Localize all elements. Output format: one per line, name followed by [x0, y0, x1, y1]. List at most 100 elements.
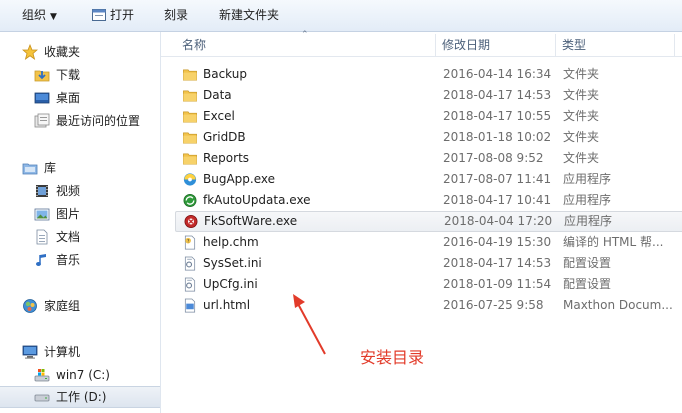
software-app-icon — [184, 215, 198, 228]
file-date-modified: 2018-04-17 14:53 — [443, 256, 552, 270]
column-header-bar: ⌃ 名称 修改日期 类型 — [161, 30, 682, 57]
file-name: SysSet.ini — [203, 256, 262, 270]
file-name: Backup — [203, 67, 247, 81]
file-name: fkAutoUpdata.exe — [203, 193, 311, 207]
nav-item-label: 桌面 — [56, 91, 81, 105]
file-type: 文件夹 — [563, 88, 600, 102]
file-row[interactable]: UpCfg.ini 2018-01-09 11:54 配置设置 — [175, 274, 682, 295]
video-icon — [36, 185, 48, 197]
nav-item-label: 最近访问的位置 — [56, 114, 141, 128]
organize-label: 组织 — [22, 8, 47, 22]
file-row[interactable]: ? help.chm 2016-04-19 15:30 编译的 HTML 帮... — [175, 232, 682, 253]
file-type: Maxthon Docum... — [563, 298, 673, 312]
file-row[interactable]: FkSoftWare.exe 2018-04-04 17:20 应用程序 — [175, 211, 682, 232]
nav-item-label: 视频 — [56, 184, 81, 198]
ini-file-icon — [184, 277, 196, 292]
file-name: UpCfg.ini — [203, 277, 258, 291]
file-name: FkSoftWare.exe — [204, 214, 298, 228]
file-name: url.html — [203, 298, 251, 312]
column-header-name[interactable]: 名称 — [182, 32, 206, 56]
file-date-modified: 2018-04-17 14:53 — [443, 88, 552, 102]
file-type: 文件夹 — [563, 130, 600, 144]
file-row[interactable]: url.html 2016-07-25 9:58 Maxthon Docum... — [175, 295, 682, 316]
organize-menu-button[interactable]: 组织 ▼ — [22, 0, 57, 31]
homegroup-icon — [23, 299, 37, 313]
annotation-label: 安装目录 — [360, 348, 425, 367]
help-file-icon: ? — [184, 235, 196, 250]
file-row[interactable]: Data 2018-04-17 14:53 文件夹 — [175, 85, 682, 106]
folder-icon — [183, 153, 197, 165]
annotation-arrow-icon — [293, 294, 326, 355]
nav-homegroup-label: 家庭组 — [44, 299, 81, 313]
html-file-icon — [184, 298, 196, 313]
file-date-modified: 2016-04-19 15:30 — [443, 235, 552, 249]
column-divider[interactable] — [435, 34, 436, 56]
file-type: 应用程序 — [563, 193, 612, 207]
file-date-modified: 2016-04-14 16:34 — [443, 67, 552, 81]
burn-button[interactable]: 刻录 — [164, 0, 188, 31]
file-name: Excel — [203, 109, 235, 123]
pictures-icon — [34, 208, 50, 221]
folder-icon — [183, 111, 197, 123]
file-type: 文件夹 — [563, 67, 600, 81]
drive-icon — [34, 394, 50, 402]
file-row[interactable]: Backup 2016-04-14 16:34 文件夹 — [175, 64, 682, 85]
nav-item-label: 工作 (D:) — [56, 390, 107, 404]
update-app-icon — [183, 194, 197, 207]
nav-item-label: win7 (C:) — [56, 368, 110, 382]
file-row[interactable]: BugApp.exe 2017-08-07 11:41 应用程序 — [175, 169, 682, 190]
system-drive-icon — [34, 369, 50, 382]
open-icon — [92, 9, 106, 21]
column-header-date[interactable]: 修改日期 — [442, 32, 490, 56]
nav-item-label: 音乐 — [56, 253, 81, 267]
file-row[interactable]: Reports 2017-08-08 9:52 文件夹 — [175, 148, 682, 169]
file-row[interactable]: GridDB 2018-01-18 10:02 文件夹 — [175, 127, 682, 148]
file-name: GridDB — [203, 130, 246, 144]
navigation-pane: 收藏夹 下载 桌面 最近访问的位置 库 视频 图片 文档 音乐 家庭组 计算机 … — [0, 32, 161, 413]
library-icon — [22, 163, 38, 175]
command-bar: 组织 ▼ 打开 刻录 新建文件夹 — [0, 0, 682, 32]
nav-item-label: 下载 — [56, 68, 81, 82]
downloads-icon — [34, 70, 50, 82]
file-type: 配置设置 — [563, 256, 612, 270]
file-type: 文件夹 — [563, 151, 600, 165]
column-divider[interactable] — [555, 34, 556, 56]
nav-item-drive-d[interactable]: 工作 (D:) — [0, 386, 160, 408]
ini-file-icon — [184, 256, 196, 271]
file-row[interactable]: fkAutoUpdata.exe 2018-04-17 10:41 应用程序 — [175, 190, 682, 211]
folder-icon — [183, 69, 197, 81]
file-type: 配置设置 — [563, 277, 612, 291]
nav-item-label: 图片 — [56, 207, 81, 221]
desktop-icon — [34, 92, 50, 104]
file-date-modified: 2016-07-25 9:58 — [443, 298, 544, 312]
nav-libraries-label: 库 — [44, 161, 57, 175]
file-type: 应用程序 — [563, 172, 612, 186]
file-date-modified: 2017-08-08 9:52 — [443, 151, 544, 165]
music-icon — [36, 254, 46, 266]
computer-icon — [22, 345, 38, 359]
file-date-modified: 2018-04-04 17:20 — [444, 214, 553, 228]
app-icon — [183, 173, 197, 186]
folder-icon — [183, 132, 197, 144]
column-divider[interactable] — [674, 34, 675, 56]
new-folder-button[interactable]: 新建文件夹 — [219, 0, 279, 31]
star-icon — [22, 44, 38, 60]
file-name: Data — [203, 88, 232, 102]
recent-places-icon — [34, 113, 50, 128]
folder-icon — [183, 90, 197, 102]
open-button[interactable]: 打开 — [92, 0, 134, 31]
sort-ascending-icon: ⌃ — [301, 30, 309, 40]
file-name: Reports — [203, 151, 250, 165]
dropdown-caret-icon: ▼ — [50, 12, 57, 22]
column-header-type[interactable]: 类型 — [562, 32, 586, 56]
file-row[interactable]: SysSet.ini 2018-04-17 14:53 配置设置 — [175, 253, 682, 274]
open-label: 打开 — [110, 8, 135, 22]
nav-computer-label: 计算机 — [44, 345, 81, 359]
file-date-modified: 2018-01-09 11:54 — [443, 277, 552, 291]
file-row[interactable]: Excel 2018-04-17 10:55 文件夹 — [175, 106, 682, 127]
file-type: 编译的 HTML 帮... — [563, 235, 664, 249]
file-type: 文件夹 — [563, 109, 600, 123]
file-date-modified: 2017-08-07 11:41 — [443, 172, 552, 186]
file-name: help.chm — [203, 235, 259, 249]
nav-favorites-label: 收藏夹 — [44, 45, 81, 59]
